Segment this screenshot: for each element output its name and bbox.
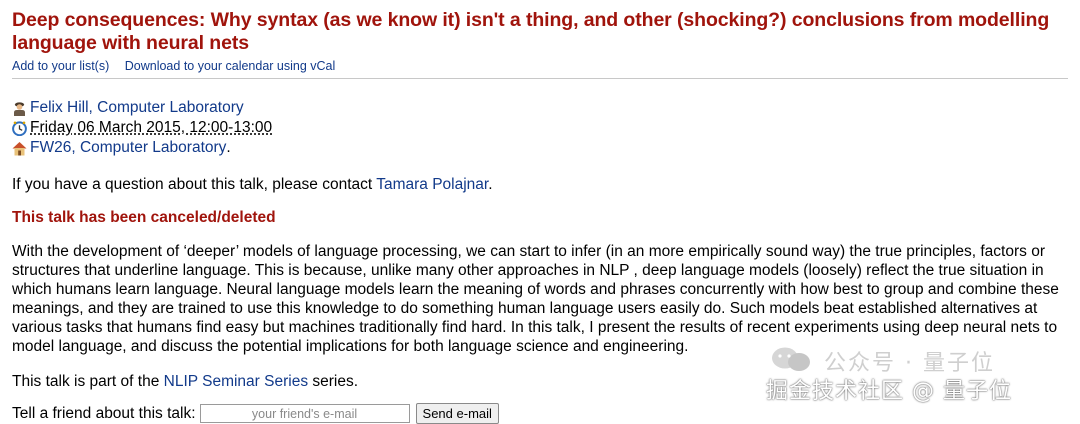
add-to-list-link[interactable]: Add to your list(s) xyxy=(12,59,109,73)
series-prefix: This talk is part of the xyxy=(12,373,164,390)
talk-toolbar: Add to your list(s) Download to your cal… xyxy=(12,59,1068,74)
contact-suffix: . xyxy=(488,176,493,193)
date-row: Friday 06 March 2015, 12:00-13:00 xyxy=(12,118,1068,138)
cancel-notice: This talk has been canceled/deleted xyxy=(12,209,276,226)
series-suffix: series. xyxy=(308,373,359,390)
tell-friend-label: Tell a friend about this talk: xyxy=(12,404,196,422)
friend-email-input[interactable] xyxy=(199,404,410,423)
house-icon xyxy=(12,141,27,155)
speaker-link[interactable]: Felix Hill, Computer Laboratory xyxy=(30,98,244,118)
venue-link[interactable]: FW26, Computer Laboratory xyxy=(30,138,226,158)
talk-abstract: With the development of ‘deeper’ models … xyxy=(12,243,1059,355)
clock-icon xyxy=(12,120,27,136)
talk-title: Deep consequences: Why syntax (as we kno… xyxy=(12,9,1050,54)
speaker-row: Felix Hill, Computer Laboratory xyxy=(12,98,1068,118)
talk-details: Felix Hill, Computer Laboratory Friday 0… xyxy=(12,98,1068,158)
organizer-link[interactable]: Tamara Polajnar xyxy=(376,176,488,193)
venue-suffix: . xyxy=(226,139,231,156)
download-vcal-link[interactable]: Download to your calendar using vCal xyxy=(125,59,336,73)
send-email-button[interactable]: Send e-mail xyxy=(415,403,499,424)
header-divider xyxy=(12,78,1068,79)
series-link[interactable]: NLIP Seminar Series xyxy=(164,373,308,390)
contact-line: If you have a question about this talk, … xyxy=(12,175,1068,194)
contact-prefix: If you have a question about this talk, … xyxy=(12,176,377,193)
speaker-icon xyxy=(14,101,25,116)
venue-row: FW26, Computer Laboratory. xyxy=(12,138,1068,158)
watermark-line-2: 掘金技术社区 @ 量子位 xyxy=(766,379,1012,404)
wechat-logo-icon xyxy=(772,347,810,371)
watermark: 公众号 · 量子位 掘金技术社区 @ 量子位 xyxy=(766,343,1066,413)
talk-datetime: Friday 06 March 2015, 12:00-13:00 xyxy=(30,119,273,136)
